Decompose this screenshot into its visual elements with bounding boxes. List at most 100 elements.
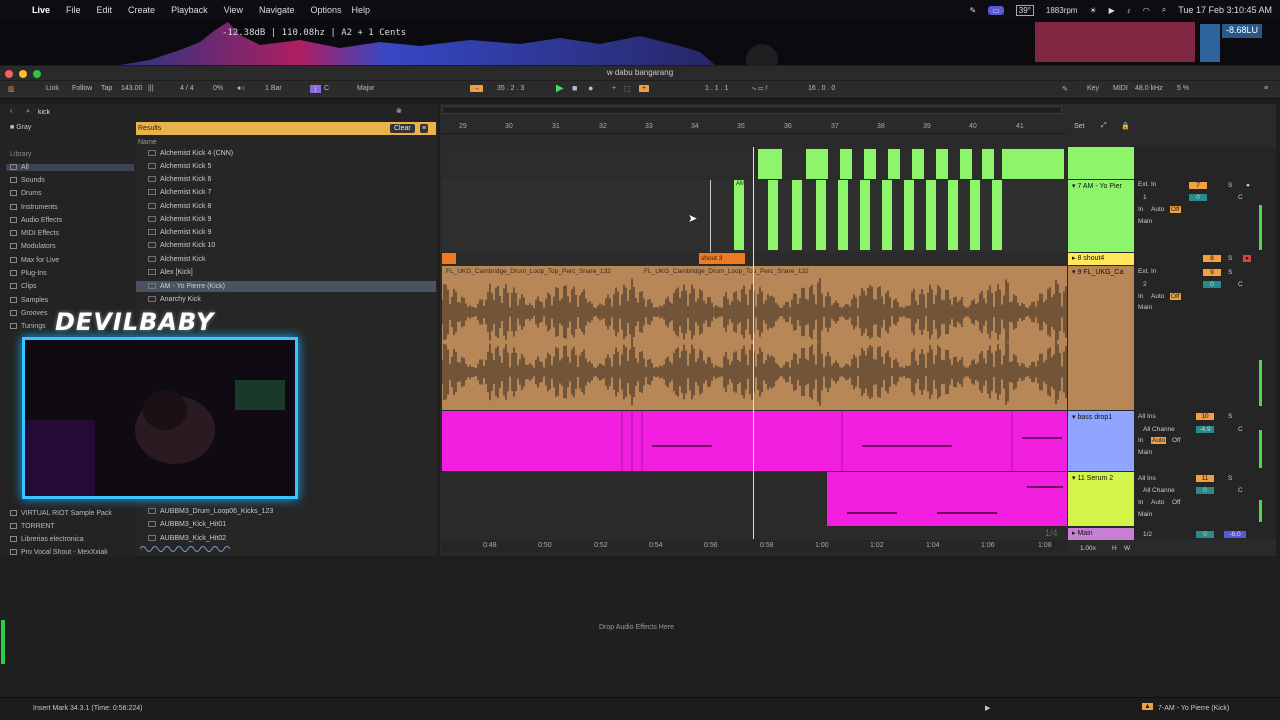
zoom-window-button[interactable]	[33, 70, 41, 78]
draw-mode-icon[interactable]: ✎	[1062, 85, 1068, 93]
fold-icon[interactable]: ▸	[1072, 530, 1076, 537]
list-item[interactable]: AUBBM3_Kick_Hit02	[148, 535, 226, 542]
time-ruler[interactable]: 0:48 0:50 0:52 0:54 0:56 0:58 1:00 1:02 …	[442, 540, 1067, 552]
clock[interactable]: Tue 17 Feb 3:10:45 AM	[1178, 5, 1272, 15]
metronome-toggle-icon[interactable]: ●○	[237, 85, 245, 92]
output-select[interactable]: Main	[1138, 449, 1152, 456]
key-map-button[interactable]: Key	[1087, 85, 1099, 92]
track-header-11[interactable]: ▾ 11 Serum 2	[1068, 472, 1134, 526]
menu-lines-icon[interactable]: ≡	[1264, 85, 1268, 92]
input-select[interactable]: Ext. In	[1138, 181, 1156, 188]
channel-select[interactable]: All Channe	[1143, 426, 1175, 433]
follow-arrow-icon[interactable]: →	[470, 85, 483, 92]
menu-app[interactable]: Live	[32, 5, 50, 15]
shout-clip-small[interactable]	[442, 253, 456, 264]
track-number[interactable]: 9	[1203, 269, 1221, 276]
monitor-in[interactable]: In	[1138, 206, 1143, 213]
place-tunings[interactable]: Tunings	[10, 323, 46, 330]
monitor-auto[interactable]: Auto	[1151, 206, 1164, 213]
output-select[interactable]: Main	[1138, 304, 1152, 311]
metronome-icon[interactable]: |||	[148, 85, 153, 92]
loop-start[interactable]: 1 . 1 . 1	[705, 85, 728, 92]
tempo-factor[interactable]: 1.00x	[1080, 545, 1096, 552]
monitor-in[interactable]: In	[1138, 437, 1143, 444]
menu-create[interactable]: Create	[128, 5, 155, 15]
list-item[interactable]: Alchemist Kick 7	[148, 189, 211, 196]
main-channels[interactable]: 1/2	[1143, 531, 1152, 538]
warning-icon[interactable]: ▲	[1142, 703, 1153, 710]
menu-options[interactable]: Options	[310, 5, 341, 15]
quantize-menu[interactable]: 1 Bar	[265, 85, 282, 92]
tap-button[interactable]: Tap	[101, 85, 112, 92]
search-icon[interactable]: ⌕	[1162, 5, 1166, 15]
kick-clips[interactable]	[734, 180, 1014, 252]
volume-icon[interactable]: ♪	[1127, 6, 1131, 15]
track-header-9[interactable]: ▾ 9 FL_UKG_Ca	[1068, 266, 1134, 410]
list-item[interactable]: Alchemist Kick 9	[148, 216, 211, 223]
name-column-header[interactable]: Name	[138, 139, 157, 146]
pan-field[interactable]: C	[1238, 487, 1243, 494]
arm-icon[interactable]: ●	[1246, 182, 1250, 189]
search-input[interactable]	[38, 107, 398, 118]
fold-icon[interactable]: ▾	[1072, 414, 1076, 421]
monitor-off[interactable]: Off	[1172, 437, 1181, 444]
track-number[interactable]: 11	[1196, 475, 1214, 482]
place-max-for-live[interactable]: Max for Live	[10, 257, 59, 264]
list-item[interactable]: Alchemist Kick	[148, 256, 206, 263]
fold-icon[interactable]: ▾	[1072, 183, 1076, 190]
input-select[interactable]: All Ins	[1138, 475, 1156, 482]
output-select[interactable]: Main	[1138, 218, 1152, 225]
input-select[interactable]: Ext. In	[1138, 268, 1156, 275]
monitor-auto[interactable]: Auto	[1151, 499, 1164, 506]
track-header-7[interactable]: ▾ 7 AM - Yo Pier	[1068, 180, 1134, 252]
pan-field[interactable]: C	[1238, 194, 1243, 201]
list-item[interactable]: Alex [Kick]	[148, 269, 193, 276]
list-item[interactable]: Alchemist Kick 8	[148, 203, 211, 210]
channel-select[interactable]: 1	[1143, 194, 1147, 201]
monitor-auto[interactable]: Auto	[1151, 293, 1164, 300]
arm-button[interactable]: ●	[1243, 255, 1251, 262]
browser-toggle-icon[interactable]: ▥	[8, 85, 15, 93]
place-samples[interactable]: Samples	[10, 297, 48, 304]
place-virtual-riot[interactable]: VIRTUAL RIOT Sample Pack	[10, 510, 112, 517]
track-header-main[interactable]: ▸ Main	[1068, 528, 1134, 540]
clear-search-icon[interactable]: ⊗	[396, 107, 402, 115]
track-header-green-group[interactable]	[1068, 147, 1134, 179]
place-sounds[interactable]: Sounds	[10, 177, 45, 184]
list-item[interactable]: Alchemist Kick 5	[148, 163, 211, 170]
place-plug-ins[interactable]: Plug-Ins	[10, 270, 47, 277]
midi-map-button[interactable]: MIDI	[1113, 85, 1128, 92]
menu-edit[interactable]: Edit	[97, 5, 113, 15]
height-button[interactable]: H	[1112, 545, 1117, 552]
clear-button[interactable]: Clear	[390, 124, 415, 133]
place-grooves[interactable]: Grooves	[10, 310, 47, 317]
list-item[interactable]: AUBBM3_Kick_Hit01	[148, 521, 226, 528]
monitor-off[interactable]: Off	[1170, 206, 1181, 213]
wifi-icon[interactable]: ◠	[1143, 6, 1150, 15]
monitor-off[interactable]: Off	[1172, 499, 1181, 506]
monitor-in[interactable]: In	[1138, 499, 1143, 506]
place-instruments[interactable]: Instruments	[10, 204, 58, 211]
volume-field[interactable]: 0	[1189, 194, 1207, 201]
place-modulators[interactable]: Modulators	[10, 243, 56, 250]
follow-button[interactable]: Follow	[72, 85, 92, 92]
place-audio-effects[interactable]: Audio Effects	[10, 217, 62, 224]
beat-ruler[interactable]: 29 30 31 32 33 34 35 36 37 38 39 40 41	[442, 120, 1067, 134]
fold-icon[interactable]: ▾	[1072, 269, 1076, 276]
place-torrent[interactable]: TORRENT	[10, 523, 55, 530]
main-volume[interactable]: 0	[1196, 531, 1214, 538]
list-item[interactable]: Alchemist Kick 9	[148, 229, 211, 236]
pen-icon[interactable]: ✎	[970, 6, 977, 15]
width-button[interactable]: W	[1124, 545, 1130, 552]
solo-button[interactable]: S	[1228, 413, 1232, 420]
list-item-selected[interactable]: AM - Yo Pierre (Kick)	[136, 281, 436, 292]
groove-amount[interactable]: 0%	[213, 85, 223, 92]
tempo-field[interactable]: 143.00	[121, 85, 142, 92]
menu-playback[interactable]: Playback	[171, 5, 208, 15]
track-header-10[interactable]: ▾ bass drop1	[1068, 411, 1134, 471]
place-vocal-shout[interactable]: Pro Vocal Shout - MexXxiak	[10, 549, 108, 556]
session-record-icon[interactable]: +	[639, 85, 650, 92]
monitor-in[interactable]: In	[1138, 293, 1143, 300]
overview-strip[interactable]	[442, 106, 1062, 114]
pan-field[interactable]: C	[1238, 426, 1243, 433]
